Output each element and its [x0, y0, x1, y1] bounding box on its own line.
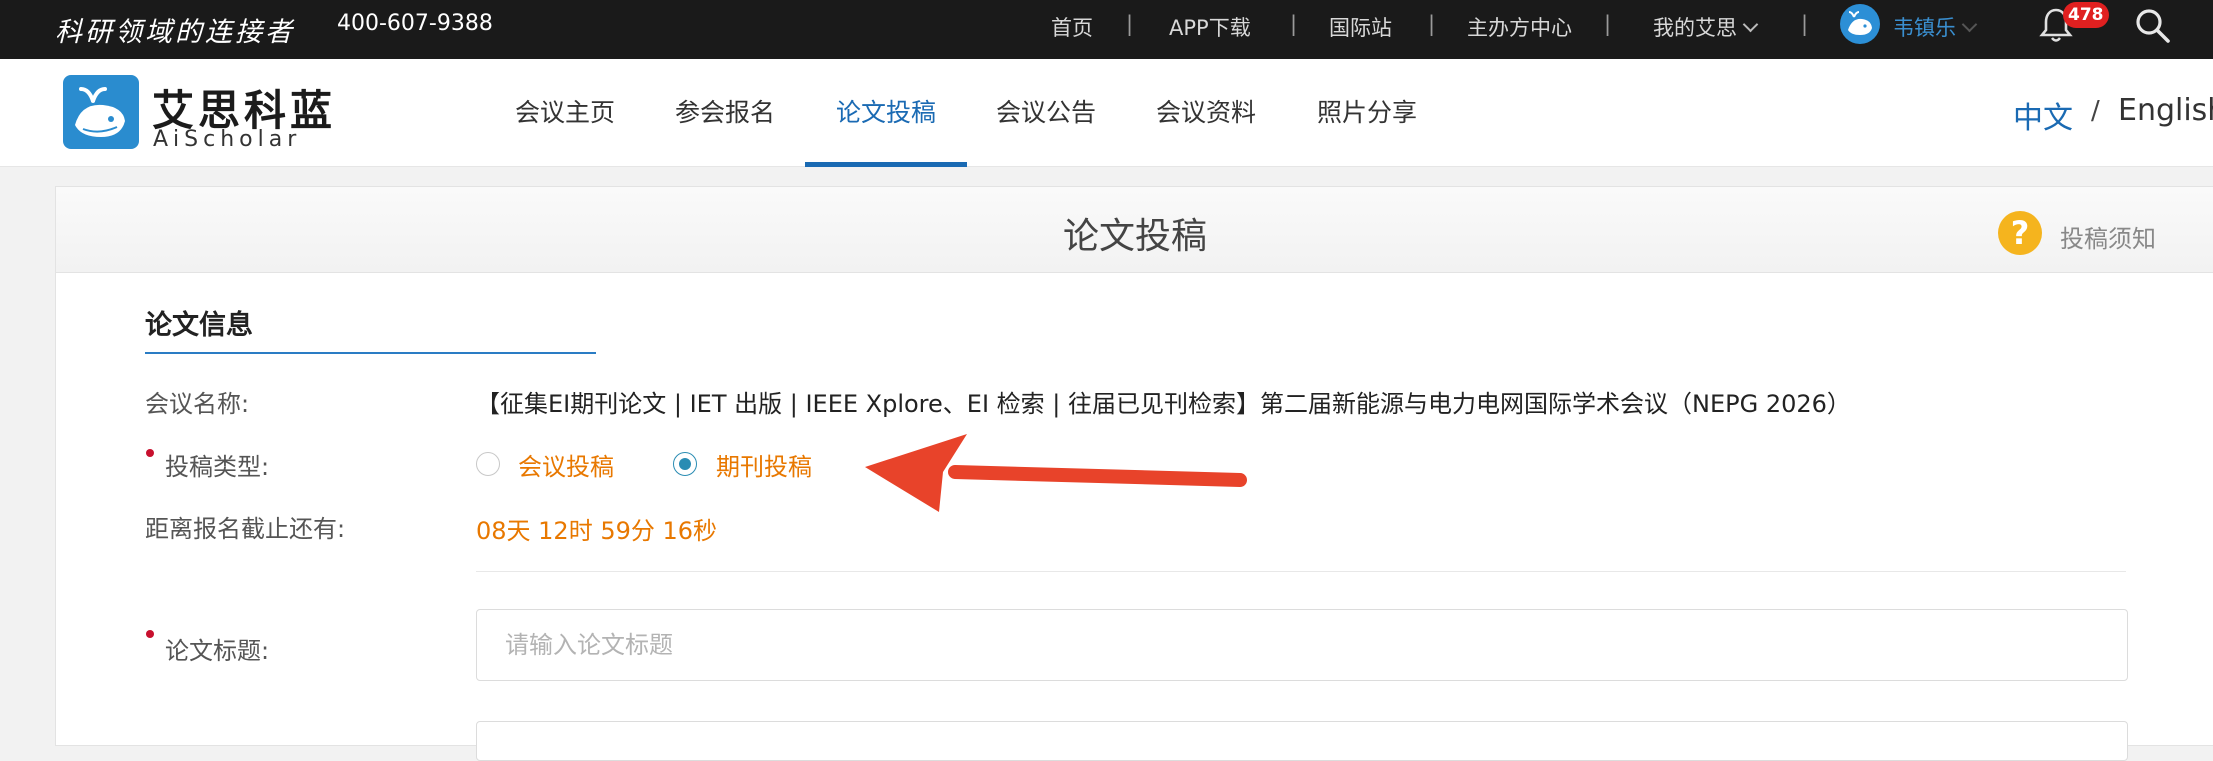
section-underline	[145, 352, 596, 354]
notification-badge: 478	[2063, 2, 2109, 28]
radio-conference-submission-label[interactable]: 会议投稿	[518, 447, 614, 482]
my-aisi-label: 我的艾思	[1653, 16, 1737, 40]
top-link-app-download[interactable]: APP下载	[1169, 12, 1251, 42]
submission-type-label: 投稿类型:	[165, 453, 270, 481]
radio-conference-submission[interactable]	[476, 452, 500, 476]
paper-title-input[interactable]	[476, 609, 2128, 681]
top-separator: |	[1801, 12, 1809, 36]
page-title: 论文投稿	[1062, 216, 1207, 257]
top-link-organizer-center[interactable]: 主办方中心	[1467, 12, 1572, 42]
active-nav-indicator	[805, 162, 967, 167]
question-icon[interactable]: ?	[1998, 211, 2042, 255]
next-form-field[interactable]	[476, 721, 2128, 761]
conference-name-value: 【征集EI期刊论文 | IET 出版 | IEEE Xplore、EI 检索 |…	[476, 390, 1851, 418]
required-marker	[146, 630, 154, 638]
site-header: 艾思科蓝 AiScholar 会议主页 参会报名 论文投稿 会议公告 会议资料 …	[0, 59, 2213, 167]
user-menu[interactable]: 韦镇乐	[1893, 12, 1978, 42]
conference-name-label: 会议名称:	[145, 390, 250, 418]
chevron-down-icon	[1742, 16, 1759, 33]
top-link-home[interactable]: 首页	[1051, 12, 1093, 42]
card-header: 论文投稿 ? 投稿须知	[56, 187, 2213, 273]
slogan: 科研领域的连接者	[55, 17, 295, 48]
lang-separator: /	[2091, 96, 2100, 126]
hotline-number: 400-607-9388	[337, 11, 493, 36]
search-button[interactable]	[2133, 6, 2173, 50]
top-link-international[interactable]: 国际站	[1329, 12, 1392, 42]
radio-journal-submission-label[interactable]: 期刊投稿	[716, 447, 812, 482]
lang-english[interactable]: English	[2118, 93, 2213, 128]
logo-icon[interactable]	[63, 75, 139, 149]
nav-registration[interactable]: 参会报名	[675, 93, 775, 129]
nav-materials[interactable]: 会议资料	[1156, 93, 1256, 129]
whale-logo-icon	[75, 87, 125, 137]
top-nav: 首页 | APP下载 | 国际站 | 主办方中心 | 我的艾思 | 韦镇乐 47…	[1013, 0, 2213, 59]
deadline-label: 距离报名截止还有:	[145, 515, 346, 543]
avatar[interactable]	[1840, 4, 1880, 44]
top-separator: |	[1290, 12, 1298, 36]
nav-announcements[interactable]: 会议公告	[996, 93, 1096, 129]
form-divider	[476, 571, 2126, 572]
nav-paper-submission[interactable]: 论文投稿	[836, 93, 936, 129]
nav-photo-sharing[interactable]: 照片分享	[1317, 93, 1417, 129]
search-icon	[2136, 9, 2170, 43]
top-separator: |	[1126, 12, 1134, 36]
whale-avatar-icon	[1848, 11, 1872, 35]
logo-text-en[interactable]: AiScholar	[153, 127, 301, 152]
required-marker	[146, 449, 154, 457]
submission-guide-link[interactable]: 投稿须知	[2060, 219, 2156, 254]
nav-conference-home[interactable]: 会议主页	[515, 93, 615, 129]
paper-title-label: 论文标题:	[165, 637, 270, 665]
username: 韦镇乐	[1893, 16, 1956, 40]
deadline-countdown: 08天 12时 59分 16秒	[476, 517, 718, 545]
top-bar: 科研领域的连接者 400-607-9388 首页 | APP下载 | 国际站 |…	[0, 0, 2213, 59]
radio-journal-submission[interactable]	[673, 452, 697, 476]
section-title: 论文信息	[145, 310, 253, 341]
top-separator: |	[1604, 12, 1612, 36]
chevron-down-icon	[1961, 16, 1978, 33]
my-aisi-dropdown[interactable]: 我的艾思	[1653, 12, 1759, 42]
top-separator: |	[1428, 12, 1436, 36]
annotation-arrow-icon	[865, 434, 1247, 512]
lang-chinese[interactable]: 中文	[2013, 93, 2073, 137]
